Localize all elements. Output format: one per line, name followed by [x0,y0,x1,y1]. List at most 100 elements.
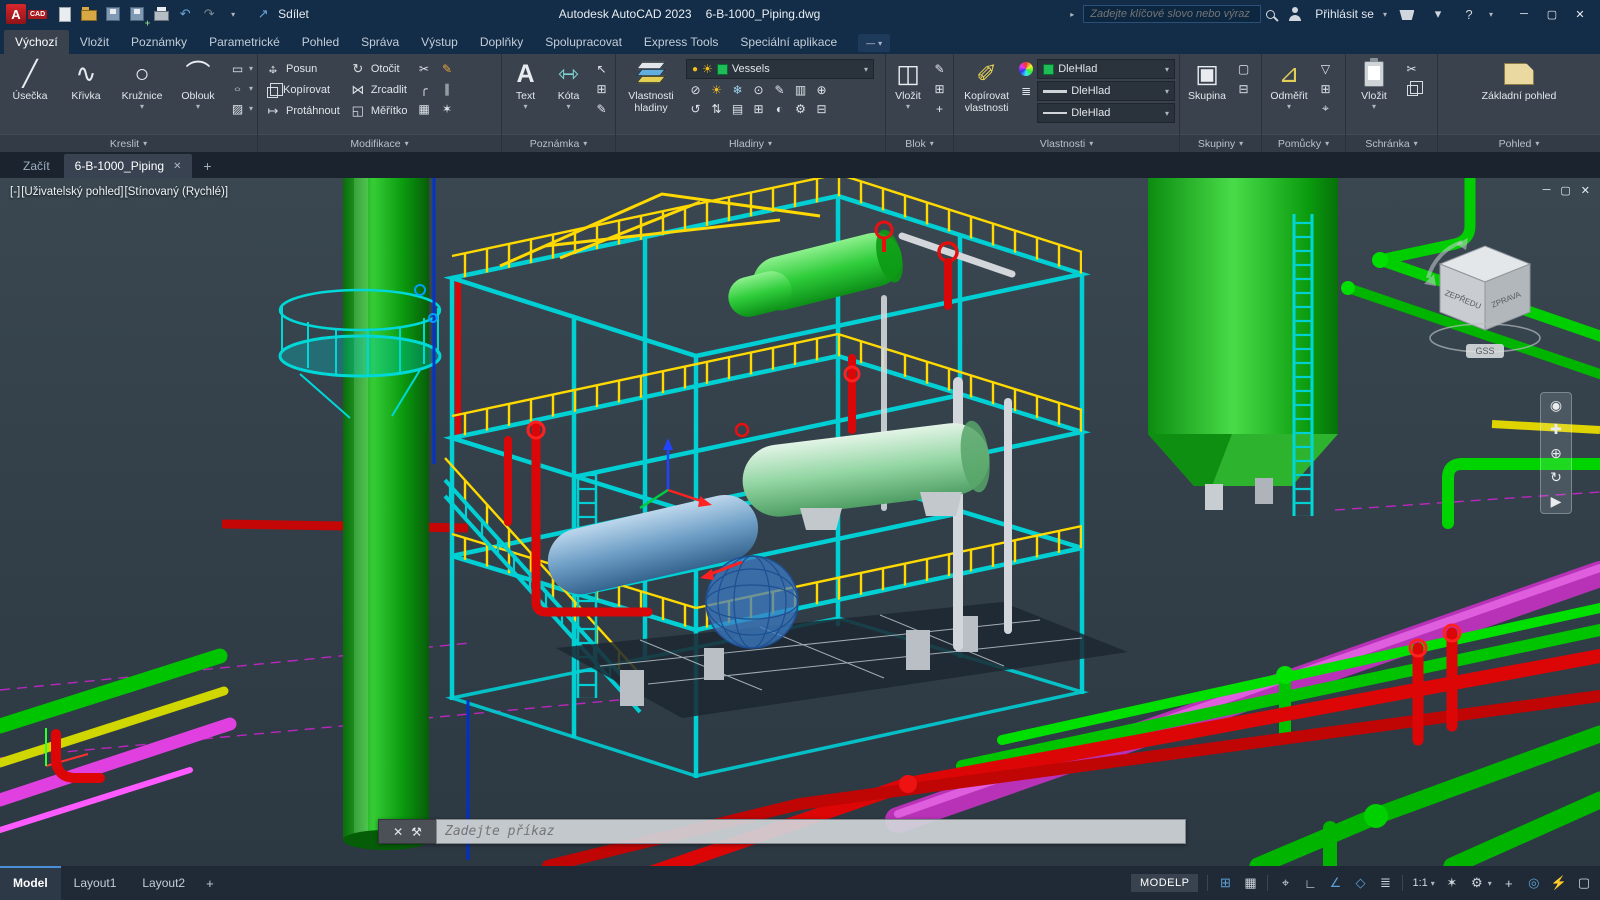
layer-tool-icon[interactable]: ❄ [728,81,747,98]
drawing-viewport[interactable]: [-] [Uživatelský pohled] [Stínovaný (Ryc… [0,178,1600,866]
annotate-edit-button[interactable]: ✎ [592,100,611,117]
cut-button[interactable]: ✂ [1402,60,1421,77]
layer-tool-icon[interactable]: ⚙ [791,100,810,117]
ribbon-display-toggle[interactable]: — ▾ [858,34,891,52]
model-paper-toggle[interactable]: MODELP [1131,874,1199,892]
annotation-scale-control[interactable]: 1:1 ▾ [1412,877,1434,889]
line-button[interactable]: ╱ Úsečka [4,57,56,134]
ungroup-button[interactable]: ▢ [1234,60,1253,77]
autodesk-apps-button[interactable]: ▾ [1427,3,1449,25]
tab-spolupracovat[interactable]: Spolupracovat [534,30,633,54]
offset-button[interactable]: ∥ [438,80,457,97]
object-snap-icon[interactable]: ◇ [1352,875,1368,891]
viewport-menu-control[interactable]: [-] [10,186,20,198]
layer-tool-icon[interactable]: ⊙ [749,81,768,98]
panel-title-vlastnosti[interactable]: Vlastnosti ▾ [954,134,1179,152]
close-button[interactable]: ✕ [1566,2,1594,26]
layer-tool-icon[interactable]: ◐ [770,100,789,117]
layer-tool-icon[interactable]: ✎ [770,81,789,98]
nav-zoom-icon[interactable]: ⊕ [1550,444,1562,462]
nav-orbit-icon[interactable]: ↻ [1550,468,1562,486]
block-create-button[interactable]: ⊞ [930,80,949,97]
save-button[interactable] [102,3,124,25]
search-icon[interactable] [1266,9,1276,19]
layer-tool-icon[interactable]: ⇅ [707,100,726,117]
block-attributes-button[interactable]: + [930,100,949,117]
drawing-close-button[interactable]: ✕ [1581,184,1590,197]
copy-button[interactable]: Kopírovat [262,80,343,100]
hatch-button[interactable]: ▨ ▾ [228,100,253,117]
layer-tool-icon[interactable]: ⊞ [749,100,768,117]
plot-button[interactable] [150,3,172,25]
layer-select-combo[interactable]: ● ☀ Vessels ▾ [686,59,874,79]
undo-button[interactable]: ↶ [174,3,196,25]
view-control[interactable]: [Uživatelský pohled] [21,186,123,198]
layer-tool-icon[interactable]: ⊕ [812,81,831,98]
mirror-button[interactable]: ⋈ Zrcadlit [347,80,411,100]
autocad-logo[interactable]: A CAD [6,4,48,24]
linetype-combo[interactable]: DleHlad ▾ [1037,103,1175,123]
move-button[interactable]: ↔ ↕ Posun [262,59,343,79]
properties-list-icon[interactable]: ≣ [1019,83,1033,100]
maximize-button[interactable]: ▢ [1538,2,1566,26]
layer-tool-icon[interactable]: ↺ [686,100,705,117]
rotate-button[interactable]: ↻ Otočit [347,59,411,79]
measure-button[interactable]: ⊿ Odměřit ▾ [1266,57,1312,134]
vessel-green-top[interactable] [724,220,907,321]
new-file-button[interactable] [54,3,76,25]
panel-title-modifikace[interactable]: Modifikace ▾ [258,134,501,152]
workspace-switching-control[interactable]: ⚙ ▾ [1469,875,1492,891]
viewcube-wcs-label[interactable]: GSS [1475,346,1494,356]
circle-button[interactable]: ○ Kružnice ▾ [116,57,168,134]
tab-vystup[interactable]: Výstup [410,30,469,54]
ortho-toggle-icon[interactable]: ∟ [1302,876,1318,891]
share-button[interactable]: ↗ Sdílet [252,3,309,25]
scale-button[interactable]: ◱ Měřítko [347,101,411,121]
isolate-objects-icon[interactable]: ◎ [1526,875,1542,891]
multileader-button[interactable]: ↖ [592,60,611,77]
group-button[interactable]: ▣ Skupina [1184,57,1230,134]
base-view-button[interactable]: Základní pohled [1475,57,1563,134]
polar-tracking-icon[interactable]: ∠ [1327,875,1343,891]
new-tab-button[interactable]: + [195,154,219,178]
model-tab[interactable]: Model [0,866,61,900]
minimize-button[interactable]: ─ [1510,2,1538,26]
lineweight-combo[interactable]: DleHlad ▾ [1037,81,1175,101]
tab-express-tools[interactable]: Express Tools [633,30,729,54]
signin-label[interactable]: Přihlásit se [1315,7,1374,21]
layer-tool-icon[interactable]: ▤ [728,100,747,117]
layer-properties-button[interactable]: Vlastnosti hladiny [620,57,682,134]
annotation-monitor-icon[interactable]: + [1501,876,1517,891]
nav-showmotion-icon[interactable]: ▶ [1551,492,1562,510]
open-file-button[interactable] [78,3,100,25]
command-customize-icon[interactable]: ⚒ [411,825,422,839]
save-as-button[interactable]: + [126,3,150,28]
command-close-icon[interactable]: ✕ [393,825,403,839]
annotation-visibility-icon[interactable]: ✶ [1444,875,1460,891]
new-layout-button[interactable]: + [198,876,222,891]
visual-style-control[interactable]: [Stínovaný (Rychlé)] [125,186,229,198]
drawing-minimize-button[interactable]: ─ [1543,184,1551,197]
text-button[interactable]: A Text ▾ [506,57,545,134]
tab-doplnky[interactable]: Doplňky [469,30,534,54]
explode-button[interactable]: ✶ [438,100,457,117]
panel-title-hladiny[interactable]: Hladiny ▾ [616,134,885,152]
ellipse-button[interactable]: ○ ▾ [228,80,253,97]
group-edit-button[interactable]: ⊟ [1234,80,1253,97]
nav-pan-icon[interactable]: ✚ [1550,420,1562,438]
panel-title-poznamka[interactable]: Poznámka ▾ [502,134,615,152]
polyline-button[interactable]: ∿ Křivka [60,57,112,134]
panel-title-skupiny[interactable]: Skupiny ▾ [1180,134,1261,152]
tank-ladder[interactable] [1292,214,1314,516]
copy-clip-button[interactable] [1402,80,1423,97]
layer-tool-icon[interactable]: ▥ [791,81,810,98]
arc-button[interactable]: ⌒ Oblouk ▾ [172,57,224,134]
dimension-button[interactable]: ⇿ Kóta ▾ [549,57,588,134]
tab-sprava[interactable]: Správa [350,30,410,54]
app-store-button[interactable] [1396,3,1418,25]
stretch-button[interactable]: ↦ Protáhnout [262,101,343,121]
quick-calc-button[interactable]: ⊞ [1316,80,1335,97]
help-button[interactable]: ? [1458,3,1480,25]
layer-tool-icon[interactable]: ⊘ [686,81,705,98]
paste-button[interactable]: Vložit ▾ [1350,57,1398,134]
